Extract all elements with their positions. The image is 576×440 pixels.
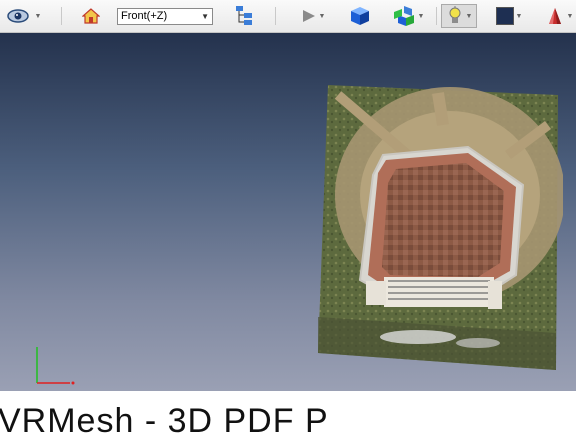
cube-blue-icon [351,7,369,25]
home-icon [82,8,100,24]
play-icon [302,10,315,22]
divider [275,7,276,25]
caption-text: VRMesh - 3D PDF P [0,402,329,440]
material-button[interactable]: ▼ [542,4,576,28]
chevron-down-icon[interactable]: ▼ [466,13,473,20]
eye-icon [6,9,29,23]
light-icon [449,6,461,23]
toolbar: ▼ Front(+Z) ▼ ▼ ▼ ▼ ▼ ▼ [0,0,576,33]
3d-viewport[interactable] [0,33,576,391]
lighting-button[interactable]: ▼ [441,4,477,28]
chevron-down-icon[interactable]: ▼ [516,13,523,20]
divider [436,7,437,25]
view-select[interactable]: Front(+Z) ▼ [117,8,213,25]
chevron-down-icon[interactable]: ▼ [418,13,425,20]
background-color-button[interactable]: ▼ [492,4,526,28]
tree-icon [236,6,252,25]
view-select-value: Front(+Z) [121,10,168,22]
home-button[interactable] [80,4,102,28]
chevron-down-icon[interactable]: ▼ [35,13,42,20]
render-mode-button[interactable] [349,4,371,28]
x-axis-tip [71,381,75,385]
axis-triad [36,347,75,385]
chevron-down-icon: ▼ [201,12,209,21]
material-icon [548,8,561,24]
viewer-mode-button[interactable]: ▼ [6,4,42,28]
parts-button[interactable]: ▼ [390,4,426,28]
color-swatch-icon [495,7,514,25]
chevron-down-icon[interactable]: ▼ [319,13,326,20]
divider [61,7,62,25]
model-tree-button[interactable] [233,4,255,28]
chevron-down-icon[interactable]: ▼ [567,13,574,20]
point-cloud-model[interactable] [318,85,563,370]
cubes-multi-icon [393,6,414,26]
play-button[interactable]: ▼ [298,4,328,28]
